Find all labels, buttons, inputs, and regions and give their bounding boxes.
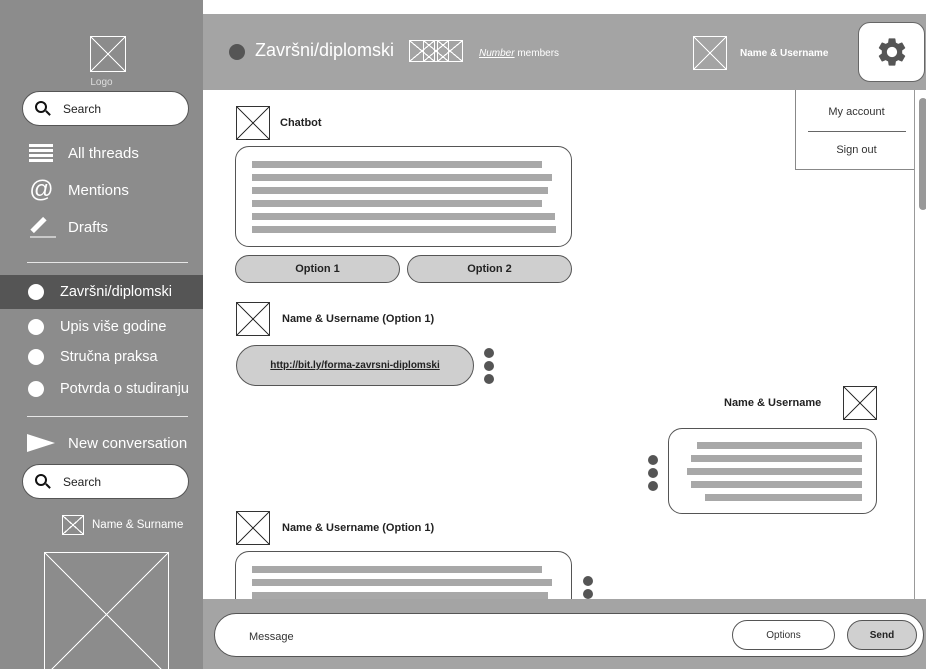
member-avatar xyxy=(437,40,463,62)
channel-dot-icon xyxy=(28,381,44,397)
text-placeholder-line xyxy=(691,481,862,488)
options-button[interactable]: Options xyxy=(732,620,835,650)
sidebar-divider xyxy=(27,262,188,263)
channel-dot-icon xyxy=(28,349,44,365)
channel-dot-icon xyxy=(28,319,44,335)
sidebar-user[interactable]: Name & Surname xyxy=(62,515,183,535)
logo-image xyxy=(90,36,126,72)
text-placeholder-line xyxy=(705,494,862,501)
message-sender: Chatbot xyxy=(280,117,322,129)
sidebar: Logo Search All threads @ Mentions Draft… xyxy=(0,0,203,669)
channel-label: Potvrda o studiranju xyxy=(60,381,189,397)
user-avatar xyxy=(62,515,84,535)
chatbot-message-bubble xyxy=(235,146,572,247)
account-menu: My account Sign out xyxy=(795,90,916,170)
text-placeholder-line xyxy=(252,174,552,181)
settings-button[interactable] xyxy=(858,22,925,82)
message-menu-icon[interactable] xyxy=(648,455,658,491)
send-arrow-icon xyxy=(27,434,55,452)
text-placeholder-line xyxy=(252,213,555,220)
nav-drafts-label: Drafts xyxy=(68,218,109,236)
channel-potvrda-o-studiranju[interactable]: Potvrda o studiranju xyxy=(0,372,203,406)
list-icon xyxy=(28,144,54,162)
option-1-button[interactable]: Option 1 xyxy=(235,255,400,283)
nav-mentions[interactable]: @ Mentions xyxy=(28,178,129,202)
members-number: Number xyxy=(479,48,515,59)
channel-label: Upis više godine xyxy=(60,319,167,335)
channel-strucna-praksa[interactable]: Stručna praksa xyxy=(0,340,203,374)
text-placeholder-line xyxy=(252,592,548,599)
text-placeholder-line xyxy=(252,161,542,168)
search-icon xyxy=(35,101,47,113)
text-placeholder-line xyxy=(252,187,548,194)
channel-label: Stručna praksa xyxy=(60,349,158,365)
message-menu-icon[interactable] xyxy=(484,348,494,384)
sidebar-search-input[interactable]: Search xyxy=(22,91,189,126)
logo-label: Logo xyxy=(90,77,113,88)
message-placeholder: Message xyxy=(249,631,294,643)
self-avatar xyxy=(843,386,877,420)
member-avatars[interactable] xyxy=(409,40,463,62)
chat-header: Završni/diplomski Number members Name & … xyxy=(203,14,926,90)
sign-out-item[interactable]: Sign out xyxy=(796,144,917,156)
chat-scrollbar[interactable] xyxy=(914,90,926,599)
message-sender: Name & Username (Option 1) xyxy=(282,522,435,534)
option-2-button[interactable]: Option 2 xyxy=(407,255,572,283)
channel-dot-icon xyxy=(28,284,44,300)
pencil-icon xyxy=(28,216,56,238)
channel-label: Završni/diplomski xyxy=(60,284,172,300)
members-count[interactable]: Number members xyxy=(479,48,559,59)
self-message-bubble xyxy=(668,428,877,514)
nav-drafts[interactable]: Drafts xyxy=(28,215,108,239)
text-placeholder-line xyxy=(252,566,542,573)
channel-status-dot-icon xyxy=(229,44,245,60)
text-placeholder-line xyxy=(697,442,862,449)
message-composer: Message Options Send xyxy=(203,599,926,669)
user-profile-image xyxy=(44,552,169,669)
send-button[interactable]: Send xyxy=(847,620,917,650)
text-placeholder-line xyxy=(252,200,542,207)
sender-avatar xyxy=(236,511,270,545)
text-placeholder-line xyxy=(687,468,862,475)
gear-icon xyxy=(878,38,905,66)
new-conversation-button[interactable]: New conversation xyxy=(27,431,188,455)
chatbot-avatar xyxy=(236,106,270,140)
new-conversation-label: New conversation xyxy=(68,434,188,452)
at-icon: @ xyxy=(28,176,54,203)
nav-all-threads[interactable]: All threads xyxy=(28,141,139,165)
message-sender: Name & Username xyxy=(724,397,822,409)
nav-mentions-label: Mentions xyxy=(68,181,129,199)
link-message[interactable]: http://bit.ly/forma-zavrsni-diplomski xyxy=(236,345,474,386)
members-suffix: members xyxy=(514,48,560,59)
search-icon xyxy=(35,474,47,486)
message-input[interactable]: Message Options Send xyxy=(214,613,924,657)
sender-avatar xyxy=(236,302,270,336)
scrollbar-thumb[interactable] xyxy=(919,98,926,210)
sidebar-divider xyxy=(27,416,188,417)
text-placeholder-line xyxy=(252,579,552,586)
nav-all-threads-label: All threads xyxy=(68,144,139,162)
channel-upis-vise-godine[interactable]: Upis više godine xyxy=(0,310,203,344)
text-placeholder-line xyxy=(691,455,862,462)
user-name: Name & Surname xyxy=(92,519,184,531)
sidebar-search-conversations-input[interactable]: Search xyxy=(22,464,189,499)
header-user-avatar xyxy=(693,36,727,70)
channel-zavrsni-diplomski[interactable]: Završni/diplomski xyxy=(0,275,203,309)
my-account-item[interactable]: My account xyxy=(796,106,917,118)
search-placeholder: Search xyxy=(63,475,102,489)
menu-divider xyxy=(808,131,906,132)
search-placeholder: Search xyxy=(63,102,102,116)
channel-title: Završni/diplomski xyxy=(255,40,395,60)
text-placeholder-line xyxy=(252,226,556,233)
header-username: Name & Username xyxy=(740,48,829,59)
message-sender: Name & Username (Option 1) xyxy=(282,313,435,325)
